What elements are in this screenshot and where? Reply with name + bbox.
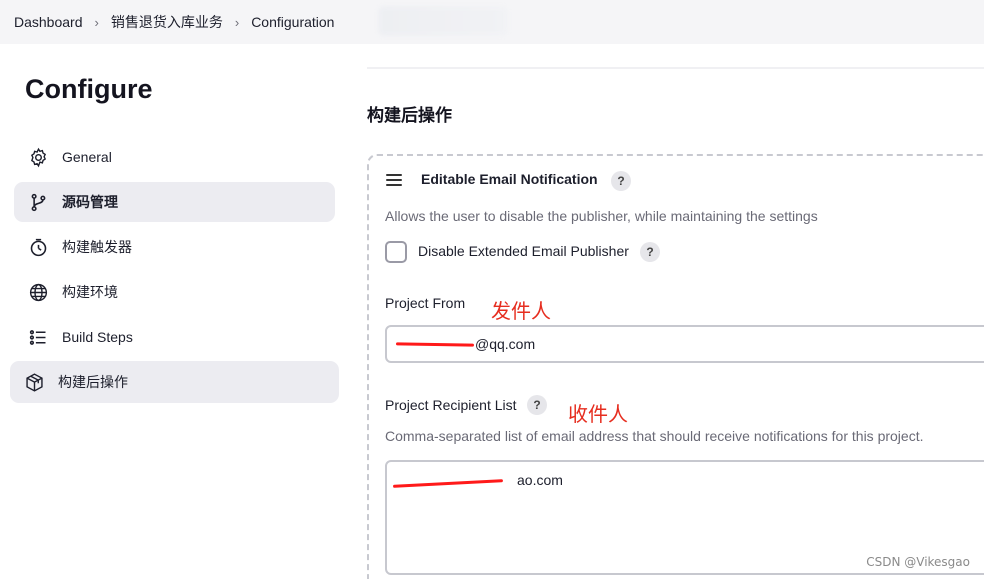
help-icon[interactable]: ? — [527, 395, 547, 415]
sidebar-item-source[interactable]: 源码管理 — [14, 182, 335, 222]
annotation-sender: 发件人 — [491, 299, 551, 323]
watermark: CSDN @Vikesgao — [866, 555, 970, 569]
sidebar-item-label: Build Steps — [62, 329, 133, 345]
blurred-region — [378, 6, 508, 36]
project-from-label: Project From — [385, 295, 466, 311]
help-icon[interactable]: ? — [611, 171, 631, 191]
breadcrumb-configuration[interactable]: Configuration — [251, 14, 334, 30]
chevron-right-icon: › — [94, 14, 99, 30]
globe-icon — [26, 280, 50, 304]
breadcrumb-dashboard[interactable]: Dashboard — [14, 14, 83, 30]
breadcrumb-bar: Dashboard › 销售退货入库业务 › Configuration — [0, 0, 984, 44]
sidebar-item-label: General — [62, 149, 112, 165]
recipient-list-description: Comma-separated list of email address th… — [385, 428, 924, 444]
project-from-input[interactable]: @qq.com — [385, 325, 984, 363]
breadcrumb-project[interactable]: 销售退货入库业务 — [111, 12, 223, 32]
section-title: 构建后操作 — [367, 106, 452, 125]
git-branch-icon — [26, 190, 50, 214]
disable-publisher-checkbox[interactable] — [385, 241, 407, 263]
sidebar-item-environment[interactable]: 构建环境 — [14, 272, 335, 312]
chevron-right-icon: › — [234, 14, 240, 30]
sidebar-item-label: 构建触发器 — [62, 239, 132, 255]
project-from-value: @qq.com — [475, 336, 536, 352]
help-icon[interactable]: ? — [640, 242, 660, 262]
sidebar-item-post-build[interactable]: 构建后操作 — [10, 361, 339, 403]
sidebar-item-build-steps[interactable]: Build Steps — [14, 317, 335, 357]
annotation-recipient: 收件人 — [568, 402, 628, 426]
sidebar-item-label: 源码管理 — [62, 194, 118, 210]
publisher-title: Editable Email Notification — [421, 171, 598, 187]
divider — [367, 67, 984, 69]
sidebar-item-triggers[interactable]: 构建触发器 — [14, 227, 335, 267]
gear-icon — [26, 145, 50, 169]
recipient-list-value: ao.com — [517, 472, 563, 488]
drag-handle-icon[interactable] — [386, 174, 402, 188]
sidebar-item-general[interactable]: General — [14, 137, 335, 177]
list-icon — [26, 325, 50, 349]
recipient-list-label: Project Recipient List — [385, 397, 517, 413]
sidebar-item-label: 构建后操作 — [58, 374, 128, 390]
clock-icon — [26, 235, 50, 259]
publisher-description: Allows the user to disable the publisher… — [385, 208, 818, 224]
package-icon — [22, 370, 46, 394]
page-title: Configure — [25, 74, 153, 104]
sidebar-item-label: 构建环境 — [62, 284, 118, 300]
disable-publisher-label[interactable]: Disable Extended Email Publisher — [418, 243, 629, 259]
